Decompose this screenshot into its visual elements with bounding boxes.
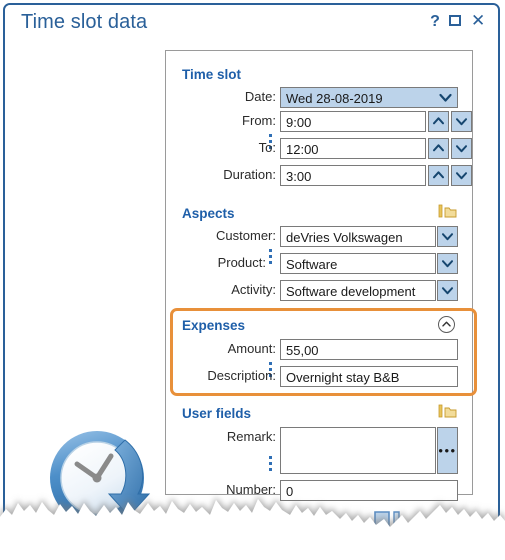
duration-input[interactable]: 3:00 bbox=[280, 165, 426, 186]
duration-spinner-down[interactable] bbox=[451, 165, 472, 186]
from-spinner-down[interactable] bbox=[451, 111, 472, 132]
number-input[interactable]: 0 bbox=[280, 480, 458, 501]
form-panel: Time slot Date: Wed 28-08-2019 From: 9:0… bbox=[165, 50, 473, 501]
date-dropdown-arrow[interactable] bbox=[435, 87, 456, 108]
dialog-window: Time slot data ? ✕ Time slot Date: Wed 2… bbox=[3, 3, 500, 543]
remark-browse-label: ••• bbox=[438, 442, 457, 458]
remark-browse-button[interactable]: ••• bbox=[437, 427, 458, 474]
folder-gold-icon[interactable] bbox=[438, 204, 458, 219]
customer-dropdown-arrow[interactable] bbox=[437, 226, 458, 247]
grip-handle-aspects[interactable] bbox=[269, 249, 272, 267]
remark-textarea[interactable] bbox=[280, 427, 436, 474]
customer-combobox[interactable]: deVries Volkswagen bbox=[280, 226, 436, 247]
clock-refresh-icon bbox=[39, 420, 159, 540]
label-activity: Activity: bbox=[231, 282, 276, 297]
label-date: Date: bbox=[244, 89, 276, 104]
section-header-expenses: Expenses bbox=[182, 318, 246, 333]
section-header-time-slot: Time slot bbox=[182, 67, 242, 82]
to-spinner-down[interactable] bbox=[451, 138, 472, 159]
close-button[interactable]: ✕ bbox=[471, 12, 485, 29]
from-spinner-up[interactable] bbox=[428, 111, 449, 132]
label-number: Number: bbox=[226, 482, 276, 497]
label-remark: Remark: bbox=[226, 429, 276, 444]
section-header-user-fields: User fields bbox=[182, 406, 252, 421]
to-spinner-up[interactable] bbox=[428, 138, 449, 159]
grip-handle-user-fields[interactable] bbox=[269, 456, 272, 474]
activity-combobox[interactable]: Software development bbox=[280, 280, 436, 301]
label-customer: Customer: bbox=[216, 228, 276, 243]
clipped-button-fragment bbox=[373, 510, 401, 540]
title-bar: Time slot data ? ✕ bbox=[5, 5, 498, 43]
amount-input[interactable]: 55,00 bbox=[280, 339, 458, 360]
description-input[interactable]: Overnight stay B&B bbox=[280, 366, 458, 387]
window-title: Time slot data bbox=[21, 11, 148, 33]
to-input[interactable]: 12:00 bbox=[280, 138, 426, 159]
help-button[interactable]: ? bbox=[429, 14, 441, 30]
from-input[interactable]: 9:00 bbox=[280, 111, 426, 132]
label-duration: Duration: bbox=[223, 167, 276, 182]
duration-spinner-up[interactable] bbox=[428, 165, 449, 186]
maximize-icon bbox=[449, 15, 461, 26]
expenses-collapse-button[interactable] bbox=[438, 316, 455, 333]
label-product: Product: bbox=[217, 255, 266, 270]
product-combobox[interactable]: Software bbox=[280, 253, 436, 274]
maximize-button[interactable] bbox=[449, 14, 463, 28]
label-description: Description: bbox=[207, 368, 276, 383]
date-combobox[interactable]: Wed 28-08-2019 bbox=[280, 87, 458, 108]
label-amount: Amount: bbox=[227, 341, 276, 356]
section-header-aspects: Aspects bbox=[182, 206, 235, 221]
product-dropdown-arrow[interactable] bbox=[437, 253, 458, 274]
activity-dropdown-arrow[interactable] bbox=[437, 280, 458, 301]
label-from: From: bbox=[242, 113, 276, 128]
folder-gold-icon-user-fields[interactable] bbox=[438, 404, 458, 419]
label-to: To: bbox=[258, 140, 276, 155]
